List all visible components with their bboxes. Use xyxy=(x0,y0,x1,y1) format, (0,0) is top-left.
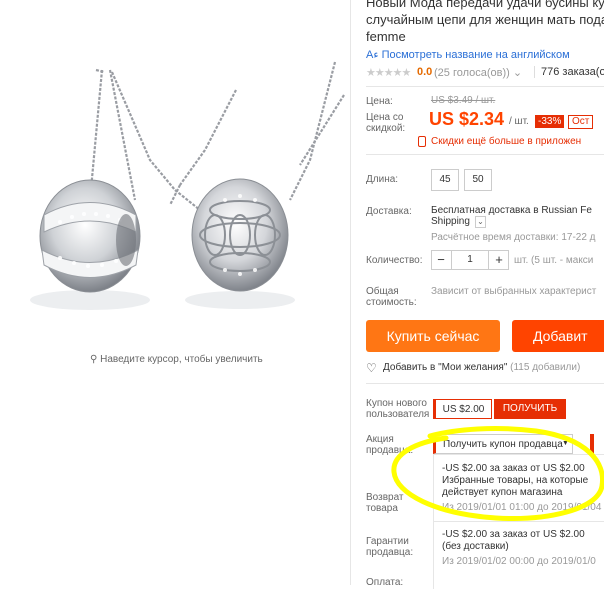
countdown-tag: Ост xyxy=(568,115,594,129)
get-coupon-button[interactable]: ПОЛУЧИТЬ xyxy=(494,399,566,419)
promo-item-line: (без доставки) xyxy=(442,541,509,552)
phone-icon xyxy=(418,136,426,147)
divider-line xyxy=(366,383,604,384)
title-line-3: femme xyxy=(366,29,406,44)
quantity-input[interactable]: 1 xyxy=(451,250,489,270)
votes-text[interactable]: (25 голоса(ов)) xyxy=(434,67,510,79)
payment-label: Оплата: xyxy=(366,577,404,588)
translate-link[interactable]: Aء Посмотреть название на английском xyxy=(366,48,570,61)
chevron-down-icon: ⌄ xyxy=(512,67,523,79)
quantity-plus-button[interactable]: + xyxy=(489,250,509,270)
zoom-hint: ⚲ Наведите курсор, чтобы увеличить xyxy=(90,354,263,365)
promo-item-line: -US $2.00 за заказ от US $2.00 xyxy=(442,529,585,540)
wishlist-link[interactable]: Добавить в "Мои желания" (115 добавили) xyxy=(383,362,580,373)
heart-icon[interactable]: ♡ xyxy=(366,361,377,375)
wishlist-text[interactable]: Добавить в "Мои желания" xyxy=(383,362,507,373)
shipping-time: Расчётное время доставки: 17-22 д xyxy=(431,232,596,243)
discount-badge: -33% xyxy=(535,115,565,128)
quantity-label: Количество: xyxy=(366,255,423,266)
coupon-label-2: пользователя : xyxy=(366,409,435,420)
discount-price-label-2: скидкой: xyxy=(366,123,406,134)
quantity-note: шт. (5 шт. - макси xyxy=(514,255,594,266)
app-discount-link[interactable]: Скидки ещё больше в приложен xyxy=(431,136,581,147)
shipping-type: Shipping xyxy=(431,216,470,227)
original-price: US $3.49 / шт. xyxy=(431,95,496,106)
total-label-2: стоимость: xyxy=(366,297,417,308)
length-option-50[interactable]: 50 xyxy=(464,169,492,191)
per-unit: / шт. xyxy=(509,116,529,127)
promo-item-date: Из 2019/01/02 00:00 до 2019/01/0 xyxy=(442,556,596,567)
panel-divider xyxy=(350,0,351,585)
search-icon: ⚲ xyxy=(90,354,98,365)
buy-now-button[interactable]: Купить сейчас xyxy=(366,320,500,352)
title-line-1: Новый Мода передачи удачи бусины кул xyxy=(366,0,604,10)
promo-item: -US $2.00 за заказ от US $2.00 (без дост… xyxy=(442,529,596,568)
product-image-panel: ⚲ Наведите курсор, чтобы увеличить xyxy=(0,0,350,585)
price-label: Цена: xyxy=(366,96,393,107)
translate-link-text[interactable]: Посмотреть название на английском xyxy=(382,49,570,61)
quantity-minus-button[interactable]: − xyxy=(431,250,451,270)
zoom-hint-text: Наведите курсор, чтобы увеличить xyxy=(100,354,263,365)
divider-line xyxy=(366,86,604,87)
shipping-method: Бесплатная доставка в Russian Fe xyxy=(431,205,592,216)
shipping-label: Доставка: xyxy=(366,206,412,217)
add-to-cart-button[interactable]: Добавит xyxy=(512,320,604,352)
guarantee-label-2: продавца: xyxy=(366,547,414,558)
title-line-2: случайным цепи для женщин мать подар xyxy=(366,12,604,27)
rating-value: 0.0 xyxy=(417,66,433,78)
translate-icon: Aء xyxy=(366,49,379,61)
length-option-45[interactable]: 45 xyxy=(431,169,459,191)
wishlist-count: (115 добавили) xyxy=(510,362,581,373)
total-note: Зависит от выбранных характерист xyxy=(431,286,597,297)
product-title: Новый Мода передачи удачи бусины кул слу… xyxy=(366,0,604,45)
votes-count[interactable]: (25 голоса(ов)) ⌄ xyxy=(434,66,522,79)
highlight-circle xyxy=(391,426,604,521)
product-image xyxy=(30,61,345,310)
rating-stars-icon[interactable]: ★★★★★ xyxy=(366,66,411,79)
current-price: US $2.34 xyxy=(429,109,505,129)
length-label: Длина: xyxy=(366,174,399,185)
shipping-dropdown-icon[interactable]: ⌄ xyxy=(475,216,486,228)
divider-line xyxy=(366,154,604,155)
orders-count: 776 заказа(ов xyxy=(534,66,604,78)
coupon-amount: US $2.00 xyxy=(433,399,492,419)
